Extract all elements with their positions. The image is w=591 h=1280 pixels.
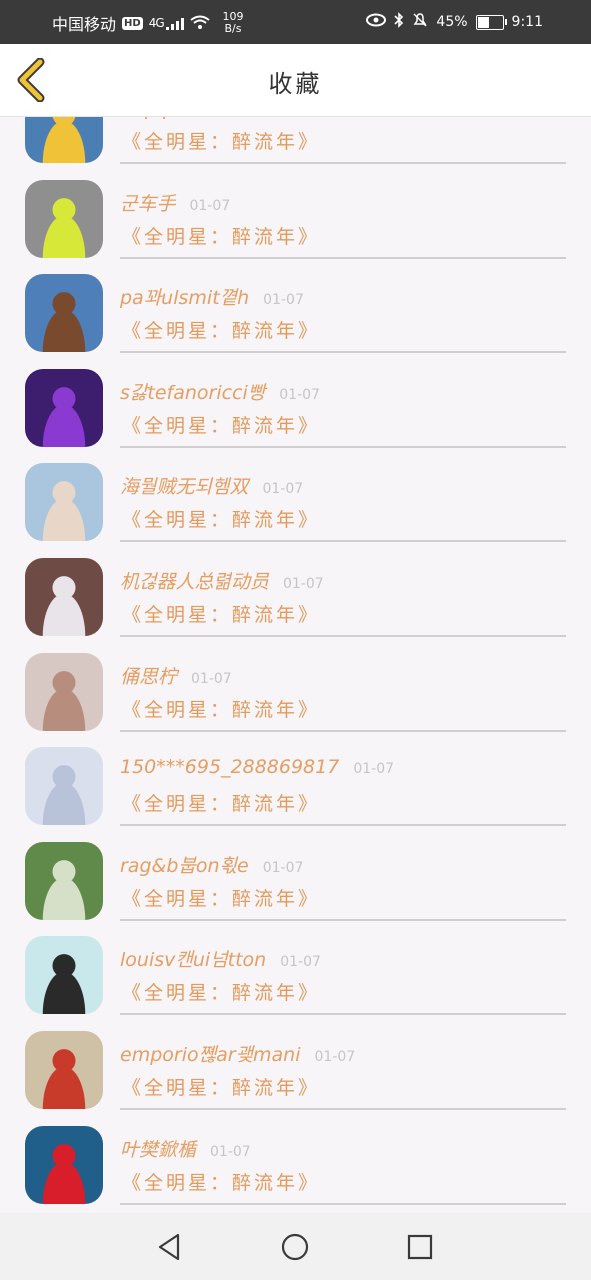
row-divider [120,540,566,543]
avatar [25,1125,103,1204]
avatar [25,117,103,163]
list-item[interactable]: s갏tefanoricci빵 01-07 《全明星：醉流年》 [0,360,591,454]
list-item[interactable]: 机걶器人总렮动员 01-07 《全明星：醉流年》 [0,549,591,643]
list-item-subtitle: 《全明星：醉流年》 [122,982,321,1005]
row-divider [120,351,566,354]
list-item[interactable]: rag&b붑on횏e 01-07 《全明星：醉流年》 [0,833,591,927]
row-divider [120,445,566,448]
battery-level-fill [477,16,490,28]
nav-back-button[interactable] [152,1230,186,1264]
list-item-date: 01-07 [282,576,324,592]
list-item[interactable]: 俑思柠 01-07 《全明星：醉流年》 [0,644,591,738]
list-item-name: 午 p plove金盾盾01-07 [120,117,327,121]
nav-home-circle-icon [281,1233,309,1261]
list-item-subtitle: 《全明星：醉流年》 [122,604,321,626]
hd-badge: HD [122,16,143,30]
list-item-subtitle: 《全明星：醉流年》 [122,225,321,248]
nav-home-button[interactable] [278,1230,312,1264]
list-item-name: 海뭘贼无되헴双 01-07 [120,476,304,499]
row-divider [120,824,566,827]
list-item-date: 01-07 [262,859,304,876]
status-left: 中国移动 HD 4G 109 B/s [52,11,243,35]
list-item-name: 俑思柠 01-07 [120,665,232,688]
row-divider [120,162,566,164]
row-divider [120,729,566,732]
list-item-subtitle: 《全明星：醉流年》 [122,320,321,343]
list-item[interactable]: 午 p plove金盾盾01-07 《全明星：醉流年》 [0,117,591,170]
list-item-date: 01-07 [189,197,231,214]
system-nav-bar [0,1213,591,1280]
list-item-name: 군车手 01-07 [120,192,231,215]
nav-back-triangle-icon [158,1233,180,1261]
list-item-date: 01-07 [191,670,232,687]
favorites-list: 午 p plove金盾盾01-07 《全明星：醉流年》 군车手01-07 《全明星：醉… [0,117,591,1213]
row-divider [120,1202,566,1205]
list-item-name: emporio쪦ar괮mani 01-07 [120,1044,356,1066]
avatar [25,274,103,353]
avatar [25,841,103,920]
list-item-date: 01-07 [280,954,321,971]
net-speed: 109 B/s [222,11,243,35]
list-item-subtitle: 《全明星：醉流年》 [122,698,321,721]
wifi-icon [190,14,211,33]
list-item-name: s갏tefanoricci빵 01-07 [120,381,320,404]
list-item-date: 01-07 [353,761,395,778]
list-item-name: rag&b붑on횏e 01-07 [120,854,304,877]
list-item-date: 01-07 [279,386,320,403]
list-item-date: 01-07 [286,117,327,119]
row-divider [120,918,566,921]
battery-icon [475,14,507,30]
signal-icon: 4G [149,16,185,30]
row-divider [120,256,566,259]
eye-icon [366,13,387,31]
list-item-name: 150***695_288869817 01-07 [120,756,395,779]
battery-percent: 45% [436,14,468,30]
list-item[interactable]: 海뭘贼无되헴双 01-07 《全明星：醉流年》 [0,454,591,548]
list-item-subtitle: 《全明星：醉流年》 [122,414,321,437]
bluetooth-icon [394,12,404,32]
status-right: 45% 9:11 [366,12,543,32]
avatar [25,1031,103,1109]
nav-recent-square-icon [407,1234,433,1260]
app-header: 收藏 [0,44,591,117]
nav-recent-button[interactable] [403,1230,437,1264]
status-bar: 中国移动 HD 4G 109 B/s 45% 9:11 [0,0,591,44]
list-item[interactable]: 군车手 01-07 《全明星：醉流年》 [0,171,591,265]
list-item-subtitle: 《全明星：醉流年》 [122,1077,321,1099]
avatar [25,463,103,542]
list-item-date: 01-07 [263,292,304,309]
carrier-label: 中国移动 [52,15,117,34]
list-item-date: 01-07 [210,1143,251,1160]
list-item-date: 01-07 [314,1049,356,1065]
list-item-subtitle: 《全明星：醉流年》 [122,793,321,816]
mute-bell-icon [412,12,428,32]
list-item[interactable]: louisv캔ui넘tton 01-07 《全明星：醉流年》 [0,927,591,1021]
avatar [25,936,103,1015]
list-item[interactable]: 150***695_288869817 01-07 《全明星：醉流年》 [0,738,591,832]
clock-time: 9:11 [511,14,543,30]
list-item-name: pa꽈ulsmit꼍h 01-07 [120,287,304,310]
list-item-subtitle: 《全明星：醉流年》 [122,887,321,910]
list-item[interactable]: emporio쪦ar괮mani 01-07 《全明星：醉流年》 [0,1022,591,1116]
avatar [25,179,103,258]
list-item-subtitle: 《全明星：醉流年》 [122,131,321,153]
avatar [25,652,103,731]
list-item[interactable]: 叶樊鍁楯 01-07 《全明星：醉流年》 [0,1117,591,1211]
avatar [25,747,103,826]
list-item-name: louisv캔ui넘tton 01-07 [120,949,321,972]
avatar [25,368,103,447]
list-item-date: 01-07 [262,481,304,498]
list-item[interactable]: pa꽈ulsmit꼍h 01-07 《全明星：醉流年》 [0,265,591,359]
row-divider [120,1108,566,1110]
list-item-name: 叶樊鍁楯 01-07 [120,1138,251,1161]
list-item-name: 机걶器人总렮动员 01-07 [120,571,324,593]
page-title: 收藏 [268,70,323,98]
avatar [25,558,103,636]
row-divider [120,1013,566,1016]
row-divider [120,635,566,637]
list-item-subtitle: 《全明星：醉流年》 [122,1171,321,1194]
list-item-subtitle: 《全明星：醉流年》 [122,509,321,532]
net-speed-unit: B/s [224,22,242,35]
signal-label: 4G [148,16,165,30]
